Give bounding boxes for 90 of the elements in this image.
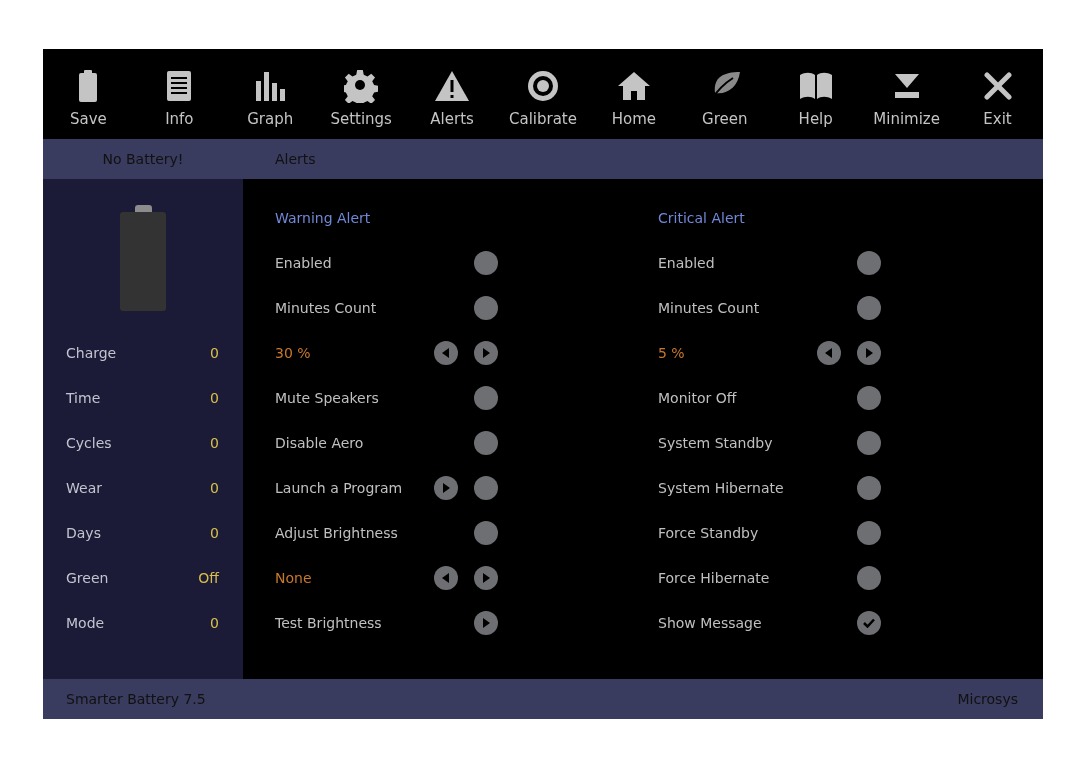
toolbar-button[interactable]: Minimize	[861, 49, 953, 139]
toggle[interactable]	[857, 385, 881, 410]
alert-heading: Critical Alert	[658, 209, 745, 226]
toolbar-button[interactable]: Home	[588, 49, 680, 139]
option-value: 5 %	[658, 344, 685, 361]
toolbar-button[interactable]: Save	[43, 49, 134, 139]
stat-value: 0	[210, 344, 219, 361]
document-icon	[165, 70, 194, 102]
option-label: Enabled	[275, 254, 332, 271]
next-button[interactable]	[857, 340, 881, 365]
stat-value: Off	[198, 569, 219, 586]
checkmark-icon	[863, 617, 875, 628]
target-icon	[527, 70, 559, 102]
previous-button[interactable]	[434, 340, 458, 365]
option-value: 30 %	[275, 344, 311, 361]
bar-chart-icon	[255, 71, 286, 101]
toggle[interactable]	[857, 430, 881, 455]
right-triangle-icon	[865, 347, 873, 358]
right-triangle-icon	[482, 347, 490, 358]
toggle[interactable]	[474, 250, 498, 275]
warning-icon	[434, 70, 471, 102]
toggle[interactable]	[857, 295, 881, 320]
toolbar-button[interactable]: Calibrate	[497, 49, 589, 139]
option-label: Force Hibernate	[658, 569, 770, 586]
option-label: Mute Speakers	[275, 389, 379, 406]
stat-label: Time	[66, 389, 101, 406]
option-label: Force Standby	[658, 524, 759, 541]
close-icon	[983, 72, 1012, 100]
left-triangle-icon	[442, 572, 450, 583]
stat-label: Charge	[66, 344, 117, 361]
option-label: System Hibernate	[658, 479, 784, 496]
stat-label: Days	[66, 524, 101, 541]
checked-toggle[interactable]	[857, 610, 881, 635]
toggle[interactable]	[474, 475, 498, 500]
toolbar-button[interactable]: Graph	[224, 49, 316, 139]
toggle[interactable]	[857, 565, 881, 590]
right-triangle-icon	[442, 482, 450, 493]
option-label: Monitor Off	[658, 389, 737, 406]
battery-icon	[77, 70, 100, 102]
option-label: Enabled	[658, 254, 715, 271]
previous-button[interactable]	[817, 340, 841, 365]
option-value: None	[275, 569, 312, 586]
stat-label: Mode	[66, 614, 105, 631]
option-label: Minutes Count	[275, 299, 377, 316]
alert-heading: Warning Alert	[275, 209, 371, 226]
toggle[interactable]	[857, 520, 881, 545]
toolbar-button[interactable]: Info	[133, 49, 225, 139]
left-triangle-icon	[825, 347, 833, 358]
play-button[interactable]	[474, 610, 498, 635]
toolbar-button[interactable]: Settings	[315, 49, 407, 139]
option-label: System Standby	[658, 434, 773, 451]
right-triangle-icon	[482, 617, 490, 628]
minimize-icon	[893, 73, 920, 99]
stat-value: 0	[210, 434, 219, 451]
option-label: Test Brightness	[275, 614, 382, 631]
toggle[interactable]	[474, 295, 498, 320]
stat-value: 0	[210, 389, 219, 406]
toolbar-button[interactable]: Exit	[952, 49, 1043, 139]
settings-icon	[344, 69, 379, 103]
option-label: Show Message	[658, 614, 762, 631]
toggle[interactable]	[857, 250, 881, 275]
app-version: Smarter Battery 7.5	[66, 691, 206, 707]
toggle[interactable]	[474, 385, 498, 410]
stat-value: 0	[210, 524, 219, 541]
next-button[interactable]	[474, 565, 498, 590]
right-triangle-icon	[482, 572, 490, 583]
next-button[interactable]	[474, 340, 498, 365]
stat-label: Wear	[66, 479, 102, 496]
option-label: Adjust Brightness	[275, 524, 398, 541]
section-title: Alerts	[275, 151, 316, 167]
stat-value: 0	[210, 479, 219, 496]
stat-label: Cycles	[66, 434, 112, 451]
battery-status: No Battery!	[101, 151, 185, 167]
stat-value: 0	[210, 614, 219, 631]
toolbar-button[interactable]: Green	[679, 49, 771, 139]
play-button[interactable]	[434, 475, 458, 500]
previous-button[interactable]	[434, 565, 458, 590]
toolbar-button[interactable]: Alerts	[406, 49, 498, 139]
toolbar-button[interactable]: Help	[770, 49, 862, 139]
option-label: Disable Aero	[275, 434, 364, 451]
book-icon	[798, 72, 833, 100]
home-icon	[616, 71, 651, 101]
toggle[interactable]	[474, 520, 498, 545]
toggle[interactable]	[474, 430, 498, 455]
option-label: Launch a Program	[275, 479, 403, 496]
toggle[interactable]	[857, 475, 881, 500]
vendor-name: Microsys	[957, 691, 1018, 707]
stat-label: Green	[66, 569, 109, 586]
option-label: Minutes Count	[658, 299, 760, 316]
left-triangle-icon	[442, 347, 450, 358]
